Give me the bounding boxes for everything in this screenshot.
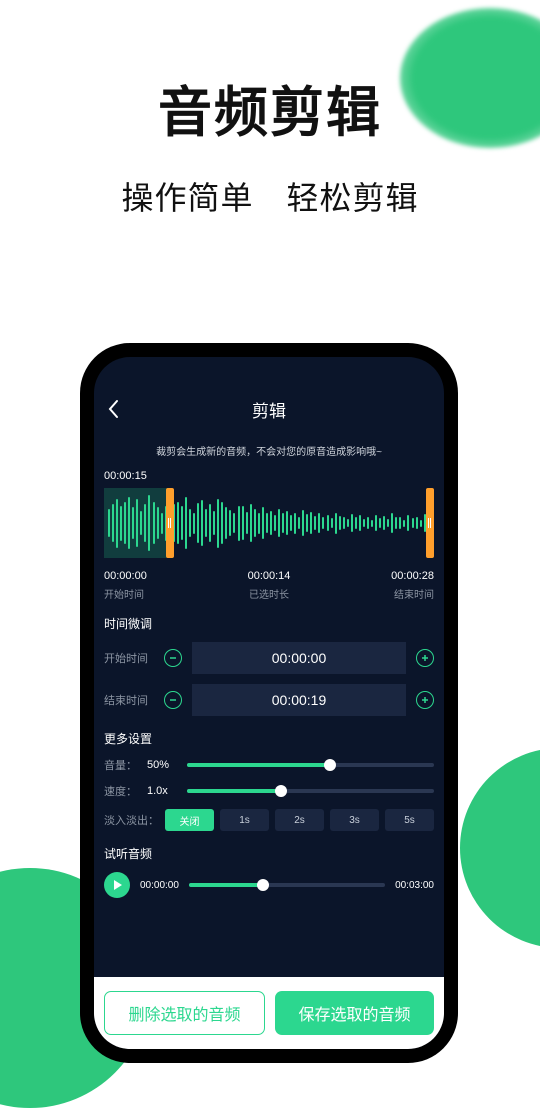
increase-start-button[interactable] xyxy=(416,649,434,667)
time-selected-value: 00:00:14 xyxy=(248,570,291,582)
screen-title: 剪辑 xyxy=(252,397,286,422)
delete-button[interactable]: 删除选取的音频 xyxy=(104,991,265,1035)
preview-slider[interactable] xyxy=(189,883,385,887)
speed-slider[interactable] xyxy=(187,789,434,793)
decrease-start-button[interactable] xyxy=(164,649,182,667)
fade-option-2[interactable]: 2s xyxy=(275,809,324,831)
time-selected-label: 已选时长 xyxy=(249,586,289,601)
volume-row: 音量： 50% xyxy=(104,757,434,773)
time-end-value: 00:00:28 xyxy=(391,570,434,582)
speed-label: 速度： xyxy=(104,783,137,799)
back-button[interactable] xyxy=(108,399,120,419)
preview-row: 00:00:00 00:03:00 xyxy=(104,872,434,898)
volume-value: 50% xyxy=(147,759,177,771)
save-button[interactable]: 保存选取的音频 xyxy=(275,991,434,1035)
increase-end-button[interactable] xyxy=(416,691,434,709)
waveform[interactable] xyxy=(104,488,434,558)
adjust-start-value[interactable]: 00:00:00 xyxy=(192,642,406,674)
play-button[interactable] xyxy=(104,872,130,898)
time-start-label: 开始时间 xyxy=(104,586,144,601)
adjust-start-row: 开始时间 00:00:00 xyxy=(104,642,434,674)
fade-label: 淡入淡出： xyxy=(104,812,159,828)
fade-option-3[interactable]: 3s xyxy=(330,809,379,831)
phone-screen: 剪辑 裁剪会生成新的音频，不会对您的原音造成影响哦~ 00:00:15 00:0… xyxy=(94,357,444,1049)
time-labels-row: 开始时间 已选时长 结束时间 xyxy=(104,586,434,601)
time-end-label: 结束时间 xyxy=(394,586,434,601)
total-time: 00:00:15 xyxy=(104,470,434,482)
preview-current-time: 00:00:00 xyxy=(140,880,179,891)
adjust-end-row: 结束时间 00:00:19 xyxy=(104,684,434,716)
more-settings-title: 更多设置 xyxy=(104,730,434,747)
decrease-end-button[interactable] xyxy=(164,691,182,709)
adjust-end-label: 结束时间 xyxy=(104,692,154,708)
page-title: 音频剪辑 xyxy=(0,68,540,147)
adjust-start-label: 开始时间 xyxy=(104,650,154,666)
trim-handle-left[interactable] xyxy=(166,488,174,558)
preview-total-time: 00:03:00 xyxy=(395,880,434,891)
action-bar: 删除选取的音频 保存选取的音频 xyxy=(94,977,444,1049)
speed-row: 速度： 1.0x xyxy=(104,783,434,799)
time-values-row: 00:00:00 00:00:14 00:00:28 xyxy=(104,570,434,582)
trim-handle-right[interactable] xyxy=(426,488,434,558)
fade-option-0[interactable]: 关闭 xyxy=(165,809,214,831)
adjust-end-value[interactable]: 00:00:19 xyxy=(192,684,406,716)
fade-row: 淡入淡出： 关闭 1s 2s 3s 5s xyxy=(104,809,434,831)
fade-option-4[interactable]: 5s xyxy=(385,809,434,831)
speed-value: 1.0x xyxy=(147,785,177,797)
screen-header: 剪辑 xyxy=(94,385,444,433)
info-text: 裁剪会生成新的音频，不会对您的原音造成影响哦~ xyxy=(104,443,434,458)
phone-frame: 剪辑 裁剪会生成新的音频，不会对您的原音造成影响哦~ 00:00:15 00:0… xyxy=(80,343,458,1063)
time-start-value: 00:00:00 xyxy=(104,570,147,582)
volume-label: 音量： xyxy=(104,757,137,773)
page-subtitle: 操作简单 轻松剪辑 xyxy=(0,173,540,219)
fine-adjust-title: 时间微调 xyxy=(104,615,434,632)
preview-title: 试听音频 xyxy=(104,845,434,862)
volume-slider[interactable] xyxy=(187,763,434,767)
fade-option-1[interactable]: 1s xyxy=(220,809,269,831)
